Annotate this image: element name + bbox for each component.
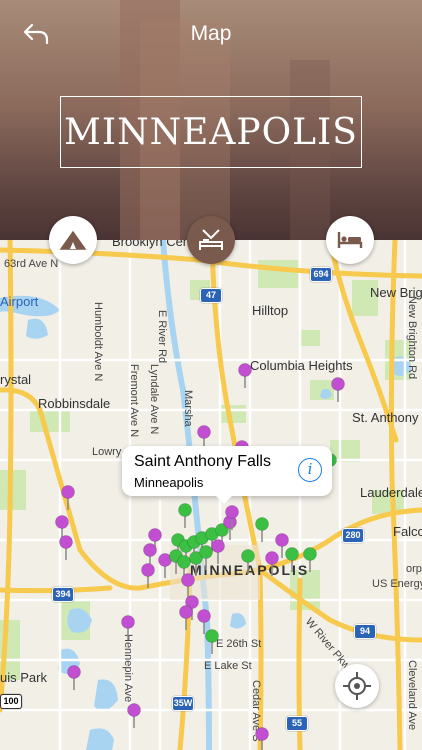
map-pin[interactable] [205,629,219,655]
map-pin[interactable] [265,551,279,577]
map-pin[interactable] [178,503,192,529]
bed-icon [199,229,223,250]
map-pin[interactable] [255,727,269,750]
callout-title: Saint Anthony Falls [134,453,271,470]
category-lodging-button[interactable] [326,216,374,264]
map-pin[interactable] [181,573,195,599]
crosshair-icon [343,672,371,700]
map-pin[interactable] [61,485,75,511]
map-pin[interactable] [211,539,225,565]
map-pin[interactable] [255,517,269,543]
locate-me-button[interactable] [335,664,379,708]
map-pin[interactable] [121,615,135,641]
map-pin[interactable] [241,549,255,575]
nav-title: Map [190,22,232,45]
category-camping-button[interactable] [49,216,97,264]
map-pin[interactable] [285,547,299,573]
map-pin[interactable] [238,363,252,389]
category-hotels-button[interactable] [187,216,235,264]
map-pin[interactable] [67,665,81,691]
tent-icon [59,230,87,250]
info-icon[interactable]: i [298,458,322,482]
map-pin[interactable] [127,703,141,729]
bed-icon [337,232,363,248]
map-pin[interactable] [59,535,73,561]
location-callout[interactable]: Saint Anthony Falls Minneapolis i [122,446,332,504]
map-pin[interactable] [179,605,193,631]
map-pin[interactable] [331,377,345,403]
header-banner: Map MINNEAPOLIS [0,0,422,240]
city-title-box: MINNEAPOLIS [60,96,362,168]
callout-subtitle: Minneapolis [134,475,204,490]
map-pin[interactable] [303,547,317,573]
city-title: MINNEAPOLIS [64,111,358,153]
map-pin[interactable] [141,563,155,589]
